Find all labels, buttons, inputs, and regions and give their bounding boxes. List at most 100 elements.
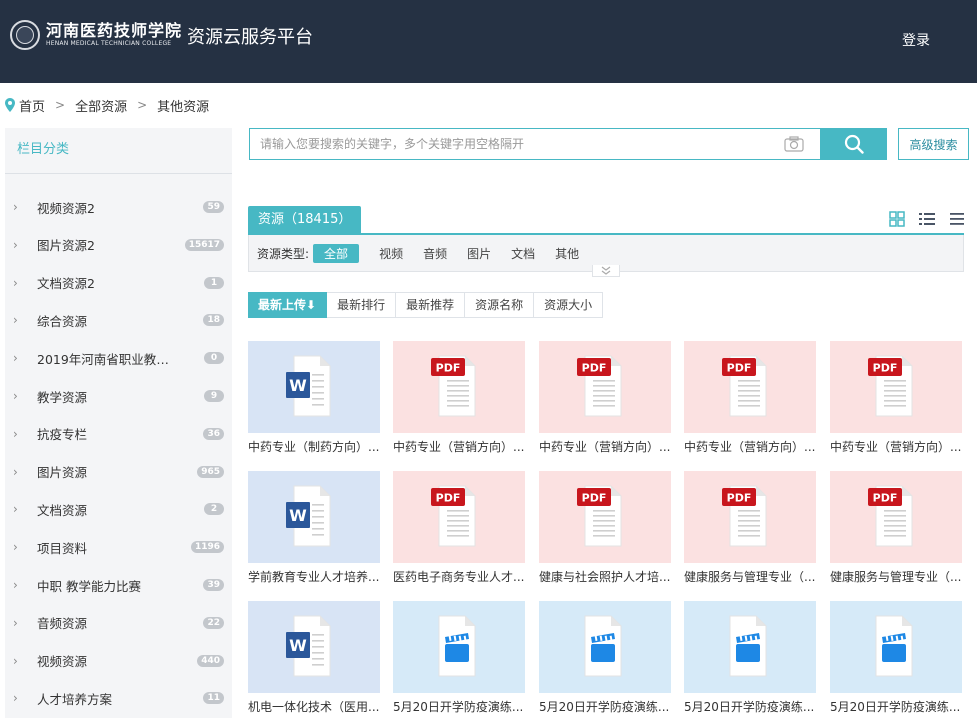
resource-thumbnail[interactable]: PDF [539, 471, 671, 563]
resource-title[interactable]: 机电一体化技术（医用... [248, 699, 380, 715]
resource-thumbnail[interactable]: PDF [830, 341, 962, 433]
tab-resources[interactable]: 资源（18415） [248, 206, 362, 234]
resource-title[interactable]: 5月20日开学防疫演练... [393, 699, 525, 715]
sidebar-item[interactable]: › 人才培养方案 11 [5, 679, 232, 717]
resource-card[interactable]: PDF 健康服务与管理专业（... [830, 471, 962, 593]
sort-latest-upload[interactable]: 最新上传⬇ [248, 292, 328, 318]
type-audio[interactable]: 音频 [423, 245, 447, 262]
resource-card[interactable]: PDF 中药专业（营销方向）... [684, 341, 816, 463]
double-chevron-down-icon [601, 266, 611, 275]
sidebar-item[interactable]: › 教学资源 9 [5, 377, 232, 415]
sidebar-item-label: 文档资源2 [37, 276, 95, 292]
resource-title[interactable]: 健康与社会照护人才培... [539, 569, 671, 585]
resource-card[interactable]: 5月20日开学防疫演练... [830, 601, 962, 718]
breadcrumb: 首页 > 全部资源 > 其他资源 [5, 96, 209, 115]
resource-title[interactable]: 健康服务与管理专业（... [830, 569, 962, 585]
resource-card[interactable]: W 学前教育专业人才培养... [248, 471, 380, 593]
type-other[interactable]: 其他 [555, 245, 579, 262]
sidebar-item-label: 文档资源 [37, 502, 88, 518]
resource-thumbnail[interactable] [684, 601, 816, 693]
resource-title[interactable]: 医药电子商务专业人才... [393, 569, 525, 585]
resource-thumbnail[interactable]: W [248, 341, 380, 433]
resource-thumbnail[interactable]: PDF [539, 341, 671, 433]
resource-title[interactable]: 中药专业（营销方向）... [830, 439, 962, 455]
resource-thumbnail[interactable] [539, 601, 671, 693]
resource-title[interactable]: 中药专业（营销方向）... [393, 439, 525, 455]
type-document[interactable]: 文档 [511, 245, 535, 262]
sidebar-item[interactable]: › 文档资源 2 [5, 490, 232, 528]
login-link[interactable]: 登录 [902, 30, 930, 50]
resource-card[interactable]: PDF 健康服务与管理专业（... [684, 471, 816, 593]
sidebar-item[interactable]: › 文档资源2 1 [5, 264, 232, 302]
resource-title[interactable]: 5月20日开学防疫演练... [684, 699, 816, 715]
chevron-right-icon: › [13, 389, 18, 403]
resource-title[interactable]: 中药专业（制药方向）... [248, 439, 380, 455]
count-badge: 2 [204, 503, 224, 516]
type-all[interactable]: 全部 [313, 243, 360, 263]
detail-view-icon[interactable] [948, 211, 966, 227]
college-seal-icon [10, 20, 40, 50]
sort-latest-recommend[interactable]: 最新推荐 [396, 292, 466, 318]
resource-card[interactable]: 5月20日开学防疫演练... [393, 601, 525, 718]
resource-card[interactable]: W 机电一体化技术（医用... [248, 601, 380, 718]
search-input[interactable] [250, 129, 770, 159]
expand-filters-button[interactable] [592, 265, 620, 277]
logo-chinese-name: 河南医药技师学院 [46, 21, 183, 40]
resource-thumbnail[interactable]: PDF [393, 471, 525, 563]
sidebar-item-label: 视频资源 [37, 654, 88, 670]
resource-title[interactable]: 中药专业（营销方向）... [539, 439, 671, 455]
resource-thumbnail[interactable]: PDF [393, 341, 525, 433]
resource-title[interactable]: 学前教育专业人才培养... [248, 569, 380, 585]
type-image[interactable]: 图片 [467, 245, 491, 262]
pdf-badge: PDF [873, 362, 898, 375]
pdf-file-icon: PDF [868, 485, 913, 547]
list-view-icon[interactable] [918, 211, 936, 227]
resource-thumbnail[interactable] [830, 601, 962, 693]
sort-resource-size[interactable]: 资源大小 [534, 292, 604, 318]
sidebar-item[interactable]: › 音频资源 22 [5, 604, 232, 642]
count-badge: 440 [197, 654, 224, 667]
sidebar-item[interactable]: › 视频资源 440 [5, 642, 232, 680]
resource-thumbnail[interactable]: W [248, 601, 380, 693]
type-video[interactable]: 视频 [379, 245, 403, 262]
breadcrumb-home[interactable]: 首页 [19, 96, 45, 115]
resource-card[interactable]: 5月20日开学防疫演练... [539, 601, 671, 718]
advanced-search-button[interactable]: 高级搜索 [898, 128, 969, 160]
logo-english-name: HENAN MEDICAL TECHNICIAN COLLEGE [46, 40, 172, 47]
college-logo[interactable]: 河南医药技师学院 HENAN MEDICAL TECHNICIAN COLLEG… [10, 20, 313, 50]
resource-title[interactable]: 中药专业（营销方向）... [684, 439, 816, 455]
resource-thumbnail[interactable]: PDF [830, 471, 962, 563]
resource-card[interactable]: W 中药专业（制药方向）... [248, 341, 380, 463]
resource-card[interactable]: PDF 中药专业（营销方向）... [830, 341, 962, 463]
sidebar-item[interactable]: › 视频资源2 59 [5, 188, 232, 226]
resource-card[interactable]: PDF 健康与社会照护人才培... [539, 471, 671, 593]
resource-thumbnail[interactable]: PDF [684, 471, 816, 563]
platform-title: 资源云服务平台 [187, 27, 314, 48]
resource-thumbnail[interactable] [393, 601, 525, 693]
pdf-badge: PDF [873, 492, 898, 505]
sort-latest-ranking[interactable]: 最新排行 [327, 292, 397, 318]
sidebar-item-label: 抗疫专栏 [37, 427, 88, 443]
breadcrumb-all-resources[interactable]: 全部资源 [75, 96, 127, 115]
resource-title[interactable]: 5月20日开学防疫演练... [830, 699, 962, 715]
resource-card[interactable]: PDF 中药专业（营销方向）... [539, 341, 671, 463]
sidebar-item[interactable]: › 项目资料 1196 [5, 528, 232, 566]
grid-view-icon[interactable] [888, 211, 906, 227]
count-badge: 1 [204, 276, 224, 289]
resource-thumbnail[interactable]: W [248, 471, 380, 563]
sort-resource-name[interactable]: 资源名称 [465, 292, 535, 318]
sidebar-item[interactable]: › 2019年河南省职业教师... 0 [5, 339, 232, 377]
resource-title[interactable]: 5月20日开学防疫演练... [539, 699, 671, 715]
search-button[interactable] [820, 128, 887, 160]
sidebar-item[interactable]: › 图片资源 965 [5, 453, 232, 491]
resource-card[interactable]: PDF 医药电子商务专业人才... [393, 471, 525, 593]
resource-title[interactable]: 健康服务与管理专业（... [684, 569, 816, 585]
sidebar-item[interactable]: › 中职 教学能力比赛 39 [5, 566, 232, 604]
sidebar-item[interactable]: › 图片资源2 15617 [5, 226, 232, 264]
resource-thumbnail[interactable]: PDF [684, 341, 816, 433]
resource-card[interactable]: PDF 中药专业（营销方向）... [393, 341, 525, 463]
camera-icon[interactable] [784, 136, 804, 152]
sidebar-item[interactable]: › 综合资源 18 [5, 301, 232, 339]
resource-card[interactable]: 5月20日开学防疫演练... [684, 601, 816, 718]
sidebar-item[interactable]: › 抗疫专栏 36 [5, 415, 232, 453]
